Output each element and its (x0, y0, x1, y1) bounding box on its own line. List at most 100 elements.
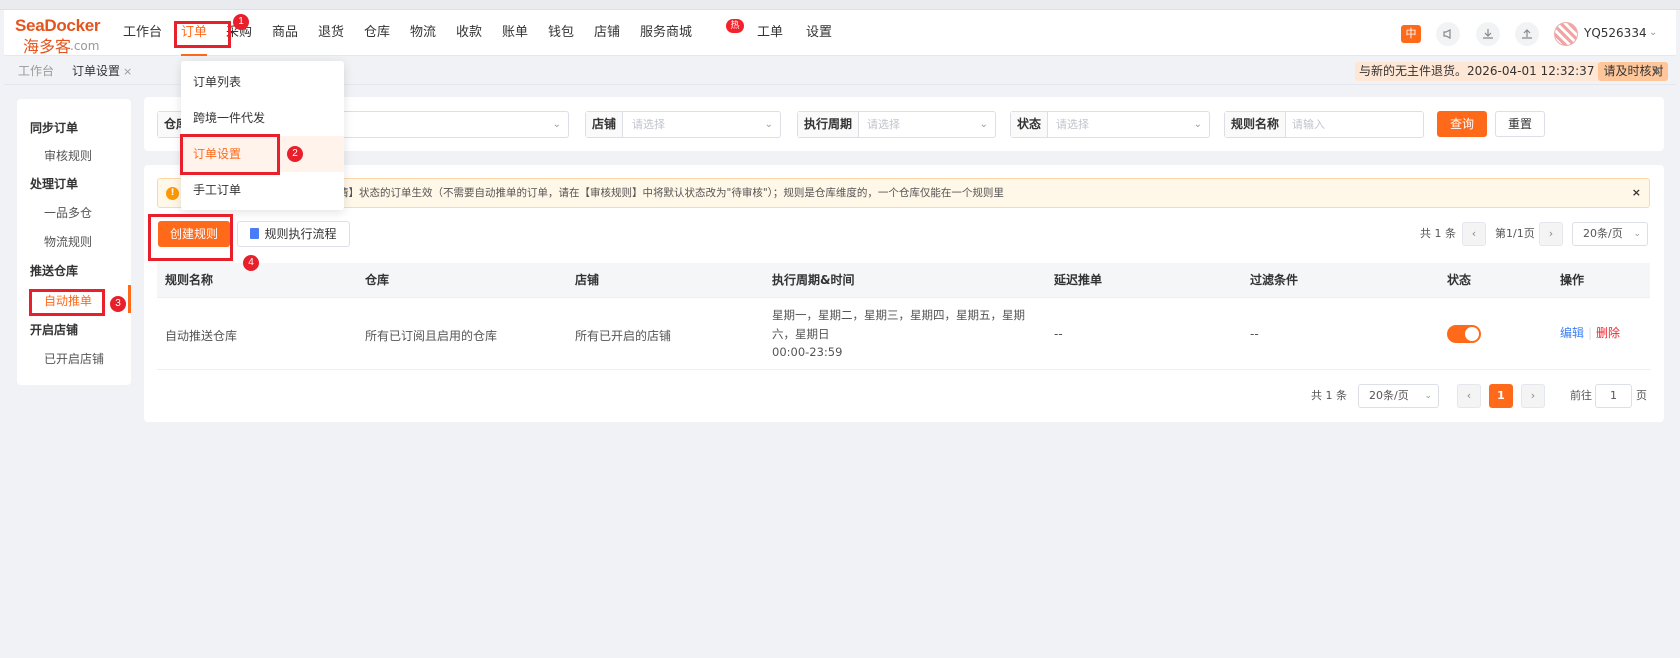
sidebar-item-logistics-rules[interactable]: 物流规则 (44, 233, 92, 250)
delete-link[interactable]: 删除 (1596, 325, 1620, 341)
close-icon[interactable]: × (1632, 179, 1641, 207)
status-placeholder: 请选择 (1056, 118, 1089, 131)
close-icon[interactable]: × (1651, 57, 1661, 85)
nav-bills[interactable]: 账单 (502, 10, 528, 56)
page-size-label-bottom: 20条/页 (1369, 389, 1409, 402)
prev-page-icon[interactable]: ‹ (1462, 222, 1486, 246)
logo-domain: .com (70, 39, 100, 53)
active-indicator (128, 285, 131, 313)
chevron-down-icon: ⌄ (764, 119, 773, 130)
menu-item-manual-order[interactable]: 手工订单 (181, 172, 344, 208)
period-select[interactable]: 执行周期 请选择 ⌄ (797, 111, 996, 138)
col-period: 执行周期&时间 (772, 273, 855, 287)
language-icon[interactable]: 中 (1401, 25, 1421, 43)
query-button[interactable]: 查询 (1437, 111, 1487, 137)
notice-text: 与新的无主件退货。2026-04-01 12:32:37 (1359, 64, 1595, 78)
tab-order-settings-label: 订单设置 (72, 64, 121, 78)
toggle-knob (1465, 327, 1479, 341)
seadocker-logo[interactable]: SeaDocker 海多客 .com (15, 16, 107, 56)
annotation-box-create-rule (148, 214, 233, 261)
empty-area (4, 430, 1676, 658)
cell-delay: -- (1054, 327, 1063, 341)
prev-page-icon[interactable]: ‹ (1457, 384, 1481, 408)
page-1-button[interactable]: 1 (1489, 384, 1513, 408)
chevron-down-icon[interactable]: ⌄ (1649, 10, 1657, 56)
nav-receipts[interactable]: 收款 (456, 10, 482, 56)
action-divider: | (1588, 326, 1593, 340)
col-warehouse: 仓库 (365, 273, 390, 287)
nav-shops[interactable]: 店铺 (594, 10, 620, 56)
rule-name-label: 规则名称 (1225, 112, 1287, 137)
nav-workbench[interactable]: 工作台 (123, 10, 162, 56)
cell-filter: -- (1250, 327, 1259, 341)
status-select[interactable]: 状态 请选择 ⌄ (1010, 111, 1210, 138)
upload-icon[interactable] (1515, 22, 1539, 46)
nav-wallet[interactable]: 钱包 (548, 10, 574, 56)
nav-logistics[interactable]: 物流 (410, 10, 436, 56)
edit-link[interactable]: 编辑 (1560, 325, 1584, 341)
rule-flow-button[interactable]: 规则执行流程 (237, 221, 350, 247)
goto-page-input[interactable]: 1 (1595, 384, 1632, 408)
page-size-select-bottom[interactable]: 20条/页 ⌄ (1358, 384, 1439, 408)
status-toggle[interactable] (1447, 325, 1481, 343)
table-row: 自动推送仓库 所有已订阅且启用的仓库 所有已开启的店铺 星期一，星期二，星期三，… (157, 298, 1650, 370)
page-size-label: 20条/页 (1583, 227, 1623, 240)
document-icon (250, 228, 260, 239)
rule-name-input[interactable]: 规则名称 请输入 (1224, 111, 1424, 138)
cell-period-time: 00:00-23:59 (772, 345, 843, 359)
pager-page-indicator: 第1/1页 (1495, 227, 1535, 240)
chevron-down-icon: ⌄ (1193, 119, 1202, 130)
annotation-badge-1: 1 (233, 14, 249, 30)
col-rule-name: 规则名称 (165, 273, 214, 287)
next-page-icon[interactable]: › (1521, 384, 1545, 408)
nav-service-mall[interactable]: 服务商城 (640, 10, 692, 56)
col-filter: 过滤条件 (1250, 273, 1299, 287)
info-alert: ! 请】状态的订单生效（不需要自动推单的订单，请在【审核规则】中将默认状态改为"… (157, 178, 1650, 208)
menu-item-order-list[interactable]: 订单列表 (181, 64, 344, 100)
status-label: 状态 (1011, 112, 1049, 137)
top-navbar: SeaDocker 海多客 .com 工作台 订单 采购 商品 退货 仓库 物流… (4, 10, 1676, 56)
col-delay: 延迟推单 (1054, 273, 1103, 287)
cell-period-days: 星期一，星期二，星期三，星期四，星期五，星期 (772, 308, 1025, 322)
rule-flow-label: 规则执行流程 (264, 227, 337, 241)
period-label: 执行周期 (798, 112, 860, 137)
sidebar-item-enabled-shops[interactable]: 已开启店铺 (44, 350, 104, 367)
col-status: 状态 (1447, 273, 1472, 287)
avatar[interactable] (1554, 22, 1578, 46)
nav-warehouse[interactable]: 仓库 (364, 10, 390, 56)
sidebar-item-multi-warehouse[interactable]: 一品多仓 (44, 204, 92, 221)
username[interactable]: YQ526334 (1584, 10, 1647, 56)
nav-products[interactable]: 商品 (272, 10, 298, 56)
alert-text: 请】状态的订单生效（不需要自动推单的订单，请在【审核规则】中将默认状态改为"待审… (338, 187, 1004, 199)
annotation-box-order-settings (180, 134, 280, 175)
cell-warehouse: 所有已订阅且启用的仓库 (365, 329, 498, 343)
reset-button[interactable]: 重置 (1495, 111, 1545, 137)
sidebar-item-audit-rules[interactable]: 审核规则 (44, 147, 92, 164)
nav-returns[interactable]: 退货 (318, 10, 344, 56)
table-header: 规则名称 仓库 店铺 执行周期&时间 延迟推单 过滤条件 状态 操作 (157, 263, 1650, 298)
sidebar-group-process: 处理订单 (30, 177, 79, 191)
rule-name-placeholder: 请输入 (1292, 118, 1325, 131)
browser-chrome (0, 0, 1680, 10)
chevron-down-icon: ⌄ (1633, 229, 1641, 239)
hot-badge: 热 (726, 19, 744, 33)
chevron-down-icon: ⌄ (1424, 391, 1432, 401)
shop-select[interactable]: 店铺 请选择 ⌄ (585, 111, 781, 138)
tab-order-settings[interactable]: 订单设置 × (72, 57, 132, 85)
goto-prefix: 前往 (1570, 389, 1592, 402)
nav-settings[interactable]: 设置 (806, 10, 832, 56)
page-size-select[interactable]: 20条/页 ⌄ (1572, 222, 1648, 246)
annotation-box-orders (174, 21, 231, 48)
next-page-icon[interactable]: › (1539, 222, 1563, 246)
megaphone-icon[interactable] (1436, 22, 1460, 46)
annotation-badge-4: 4 (243, 255, 259, 271)
nav-tickets[interactable]: 工单 (757, 10, 783, 56)
info-icon: ! (166, 187, 179, 200)
tab-workbench[interactable]: 工作台 (18, 57, 54, 85)
notice-banner: 与新的无主件退货。2026-04-01 12:32:37 请及时核对 (1355, 62, 1669, 81)
sidebar-group-sync: 同步订单 (30, 121, 79, 135)
menu-item-dropship[interactable]: 跨境一件代发 (181, 100, 344, 136)
close-icon[interactable]: × (123, 65, 132, 78)
download-icon[interactable] (1476, 22, 1500, 46)
chevron-down-icon: ⌄ (552, 119, 561, 130)
